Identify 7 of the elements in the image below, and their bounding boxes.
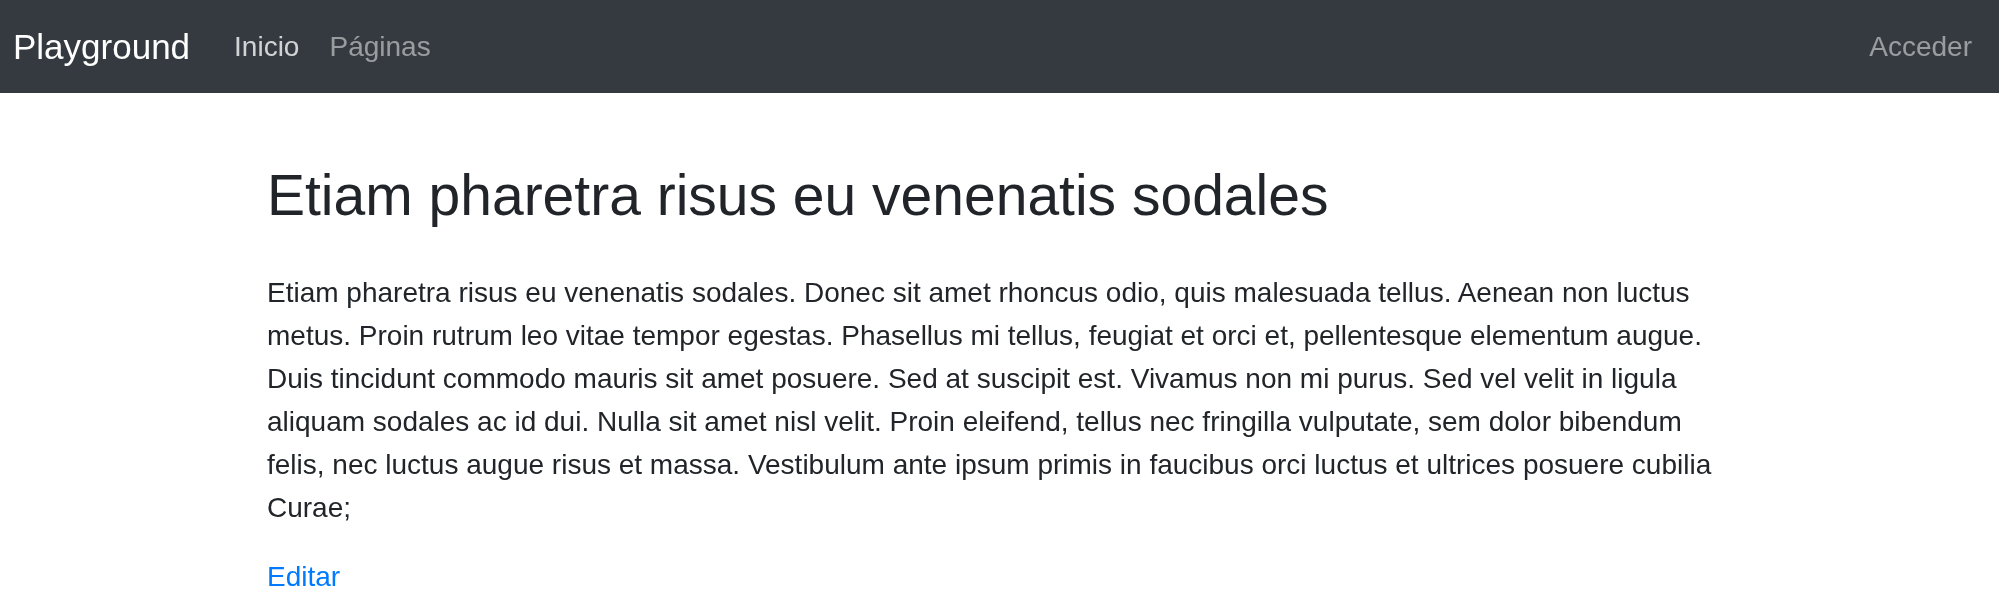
login-link[interactable]: Acceder bbox=[1869, 30, 1972, 63]
body-paragraph: Etiam pharetra risus eu venenatis sodales. Donec sit amet rhoncus odio, quis malesuada tellus. Aenean non luctus metus. Proin rutrum leo vitae tempor egestas. Phasellus mi tellus, feugiat et orci et, pellentesque elementum augue. Duis tincidunt commodo mauris sit amet posuere. Sed at suscipit est. Vivamus non mi purus. Sed vel velit in ligula aliquam sodales ac id dui. Nulla sit amet nisl velit. Proin eleifend, tellus nec fringilla vulputate, sem dolor bibendum felis, nec luctus augue risus et massa. Vestibulum ante ipsum primis in faucibus orci luctus et ultrices posuere cubilia Curae; bbox=[267, 276, 1713, 525]
brand-link[interactable]: Playground bbox=[13, 26, 191, 67]
edit-link[interactable]: Editar bbox=[267, 555, 341, 598]
nav-link[interactable]: Páginas bbox=[329, 30, 431, 63]
page-title: Etiam pharetra risus eu venenatis sodales bbox=[267, 162, 1330, 229]
nav-link[interactable]: Inicio bbox=[234, 30, 300, 63]
